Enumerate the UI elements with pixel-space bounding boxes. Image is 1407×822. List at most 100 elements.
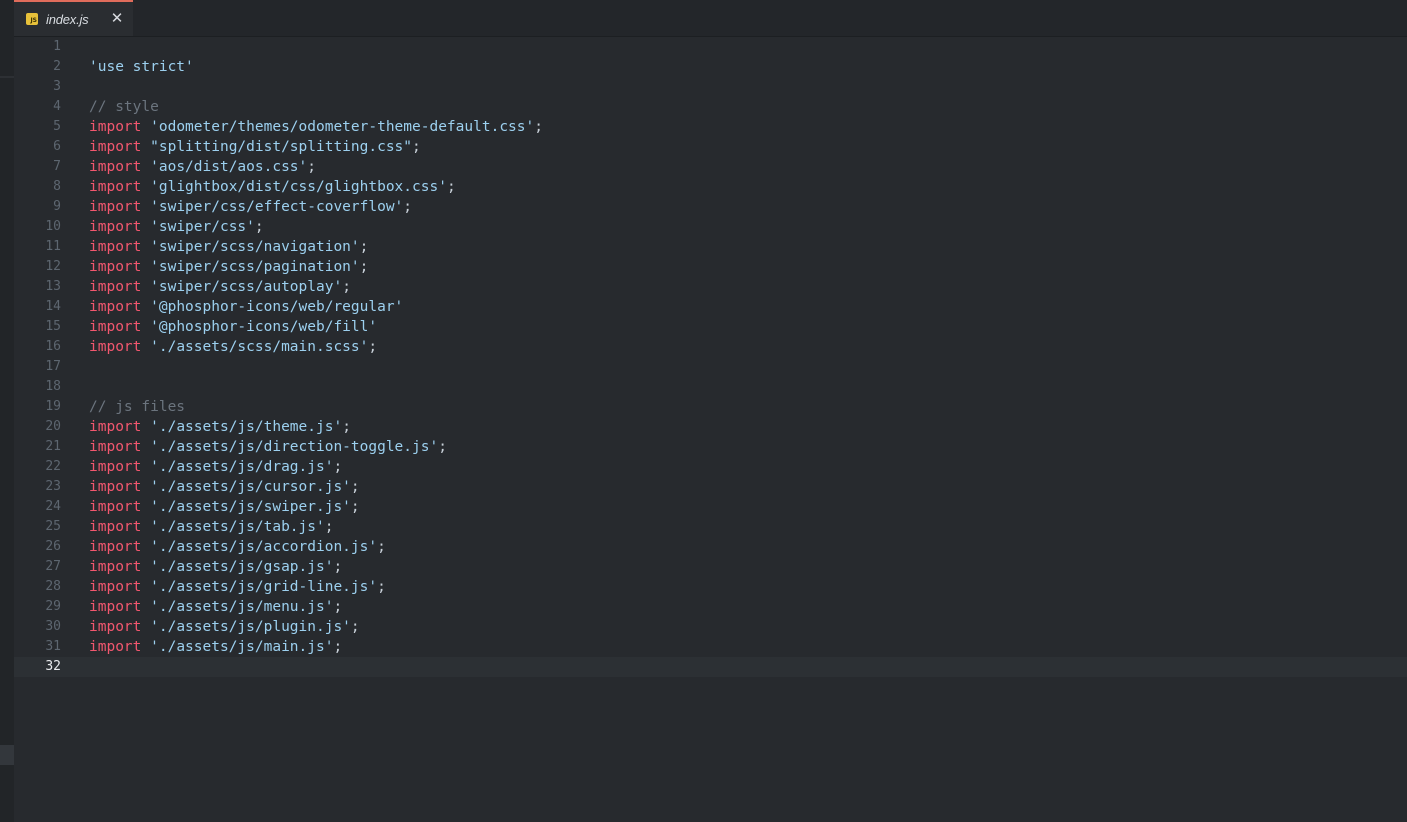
semicolon: ; bbox=[333, 599, 343, 615]
line-code: import './assets/js/tab.js'; bbox=[89, 517, 333, 537]
line-number: 8 bbox=[53, 179, 61, 194]
string-literal: './assets/js/main.js' bbox=[150, 639, 334, 655]
line-number: 29 bbox=[45, 599, 61, 614]
string-literal: 'glightbox/dist/css/glightbox.css' bbox=[150, 179, 447, 195]
line-number: 1 bbox=[53, 39, 61, 54]
code-line[interactable]: 9 import 'swiper/css/effect-coverflow'; bbox=[14, 197, 1407, 217]
string-literal: './assets/js/cursor.js' bbox=[150, 479, 351, 495]
comment: // style bbox=[89, 99, 159, 115]
line-number: 17 bbox=[45, 359, 61, 374]
line-number: 2 bbox=[53, 59, 61, 74]
code-line[interactable]: 31 import './assets/js/main.js'; bbox=[14, 637, 1407, 657]
tab-index-js[interactable]: JS index.js ✕ bbox=[14, 0, 133, 36]
string-literal: 'aos/dist/aos.css' bbox=[150, 159, 308, 175]
string-literal: './assets/js/swiper.js' bbox=[150, 499, 351, 515]
semicolon: ; bbox=[324, 519, 334, 535]
line-code: import 'swiper/scss/navigation'; bbox=[89, 237, 368, 257]
code-line[interactable]: 22 import './assets/js/drag.js'; bbox=[14, 457, 1407, 477]
code-line[interactable]: 28 import './assets/js/grid-line.js'; bbox=[14, 577, 1407, 597]
js-file-icon: JS bbox=[26, 13, 38, 25]
semicolon: ; bbox=[350, 619, 360, 635]
semicolon: ; bbox=[368, 339, 378, 355]
code-line[interactable]: 3 bbox=[14, 77, 1407, 97]
line-number: 13 bbox=[45, 279, 61, 294]
code-line[interactable]: 24 import './assets/js/swiper.js'; bbox=[14, 497, 1407, 517]
line-code: import "splitting/dist/splitting.css"; bbox=[89, 137, 421, 157]
semicolon: ; bbox=[333, 459, 343, 475]
code-line[interactable]: 26 import './assets/js/accordion.js'; bbox=[14, 537, 1407, 557]
side-panel-strip bbox=[0, 0, 14, 822]
line-code: // style bbox=[89, 97, 159, 117]
code-line[interactable]: 12 import 'swiper/scss/pagination'; bbox=[14, 257, 1407, 277]
line-number: 16 bbox=[45, 339, 61, 354]
code-line[interactable]: 5 import 'odometer/themes/odometer-theme-… bbox=[14, 117, 1407, 137]
line-code: import 'glightbox/dist/css/glightbox.css… bbox=[89, 177, 456, 197]
line-code: import 'swiper/css'; bbox=[89, 217, 264, 237]
line-code: // js files bbox=[89, 397, 185, 417]
line-code: import './assets/js/accordion.js'; bbox=[89, 537, 386, 557]
keyword-import: import bbox=[89, 239, 142, 255]
line-number: 3 bbox=[53, 79, 61, 94]
code-line[interactable]: 11 import 'swiper/scss/navigation'; bbox=[14, 237, 1407, 257]
line-code: 'use strict' bbox=[89, 57, 194, 77]
code-line[interactable]: 8 import 'glightbox/dist/css/glightbox.cs… bbox=[14, 177, 1407, 197]
code-line[interactable]: 21 import './assets/js/direction-toggle.j… bbox=[14, 437, 1407, 457]
keyword-import: import bbox=[89, 219, 142, 235]
string-literal: 'odometer/themes/odometer-theme-default.… bbox=[150, 119, 535, 135]
line-number: 32 bbox=[45, 659, 61, 674]
string-literal: './assets/js/menu.js' bbox=[150, 599, 334, 615]
code-editor[interactable]: 1 2'use strict' 3 4// style 5 import 'odomete… bbox=[14, 37, 1407, 822]
comment: // js files bbox=[89, 399, 186, 415]
code-line[interactable]: 2 'use strict' bbox=[14, 57, 1407, 77]
code-line[interactable]: 7 import 'aos/dist/aos.css'; bbox=[14, 157, 1407, 177]
line-number: 28 bbox=[45, 579, 61, 594]
string-literal: 'swiper/css/effect-coverflow' bbox=[150, 199, 404, 215]
semicolon: ; bbox=[403, 199, 413, 215]
tab-bar: JS index.js ✕ bbox=[14, 0, 1407, 37]
line-code: import 'swiper/scss/autoplay'; bbox=[89, 277, 351, 297]
line-number: 18 bbox=[45, 379, 61, 394]
code-line[interactable]: 25 import './assets/js/tab.js'; bbox=[14, 517, 1407, 537]
keyword-import: import bbox=[89, 199, 142, 215]
code-line[interactable]: 30 import './assets/js/plugin.js'; bbox=[14, 617, 1407, 637]
string-literal: './assets/js/accordion.js' bbox=[150, 539, 378, 555]
code-line[interactable]: 15 import '@phosphor-icons/web/fill' bbox=[14, 317, 1407, 337]
keyword-import: import bbox=[89, 299, 142, 315]
string-literal: 'swiper/scss/pagination' bbox=[150, 259, 360, 275]
line-code: import '@phosphor-icons/web/regular' bbox=[89, 297, 403, 317]
code-line[interactable]: 17 bbox=[14, 357, 1407, 377]
semicolon: ; bbox=[307, 159, 316, 175]
string-literal: './assets/js/drag.js' bbox=[150, 459, 334, 475]
side-panel-scroll-thumb[interactable] bbox=[0, 745, 14, 765]
close-icon[interactable]: ✕ bbox=[109, 10, 125, 26]
code-line[interactable]: 32 bbox=[14, 657, 1407, 677]
line-number: 12 bbox=[45, 259, 61, 274]
line-code: import 'swiper/scss/pagination'; bbox=[89, 257, 368, 277]
line-number: 7 bbox=[53, 159, 61, 174]
code-line[interactable]: 18 bbox=[14, 377, 1407, 397]
line-code: import './assets/js/swiper.js'; bbox=[89, 497, 360, 517]
code-line[interactable]: 13 import 'swiper/scss/autoplay'; bbox=[14, 277, 1407, 297]
keyword-import: import bbox=[89, 159, 142, 175]
string-literal: 'swiper/css' bbox=[150, 219, 255, 235]
line-number: 27 bbox=[45, 559, 61, 574]
line-number: 15 bbox=[45, 319, 61, 334]
string-literal: './assets/js/grid-line.js' bbox=[150, 579, 378, 595]
code-line[interactable]: 29 import './assets/js/menu.js'; bbox=[14, 597, 1407, 617]
line-code: import '@phosphor-icons/web/fill' bbox=[89, 317, 377, 337]
code-line[interactable]: 20 import './assets/js/theme.js'; bbox=[14, 417, 1407, 437]
code-line[interactable]: 1 bbox=[14, 37, 1407, 57]
code-line[interactable]: 10 import 'swiper/css'; bbox=[14, 217, 1407, 237]
code-line[interactable]: 6 import "splitting/dist/splitting.css"; bbox=[14, 137, 1407, 157]
line-code: import './assets/js/grid-line.js'; bbox=[89, 577, 386, 597]
code-line[interactable]: 23 import './assets/js/cursor.js'; bbox=[14, 477, 1407, 497]
line-number: 6 bbox=[53, 139, 61, 154]
keyword-import: import bbox=[89, 419, 142, 435]
code-line[interactable]: 16 import './assets/scss/main.scss'; bbox=[14, 337, 1407, 357]
code-line[interactable]: 4 // style bbox=[14, 97, 1407, 117]
keyword-import: import bbox=[89, 259, 142, 275]
code-line[interactable]: 14 import '@phosphor-icons/web/regular' bbox=[14, 297, 1407, 317]
code-line[interactable]: 27 import './assets/js/gsap.js'; bbox=[14, 557, 1407, 577]
semicolon: ; bbox=[342, 279, 351, 295]
code-line[interactable]: 19 // js files bbox=[14, 397, 1407, 417]
